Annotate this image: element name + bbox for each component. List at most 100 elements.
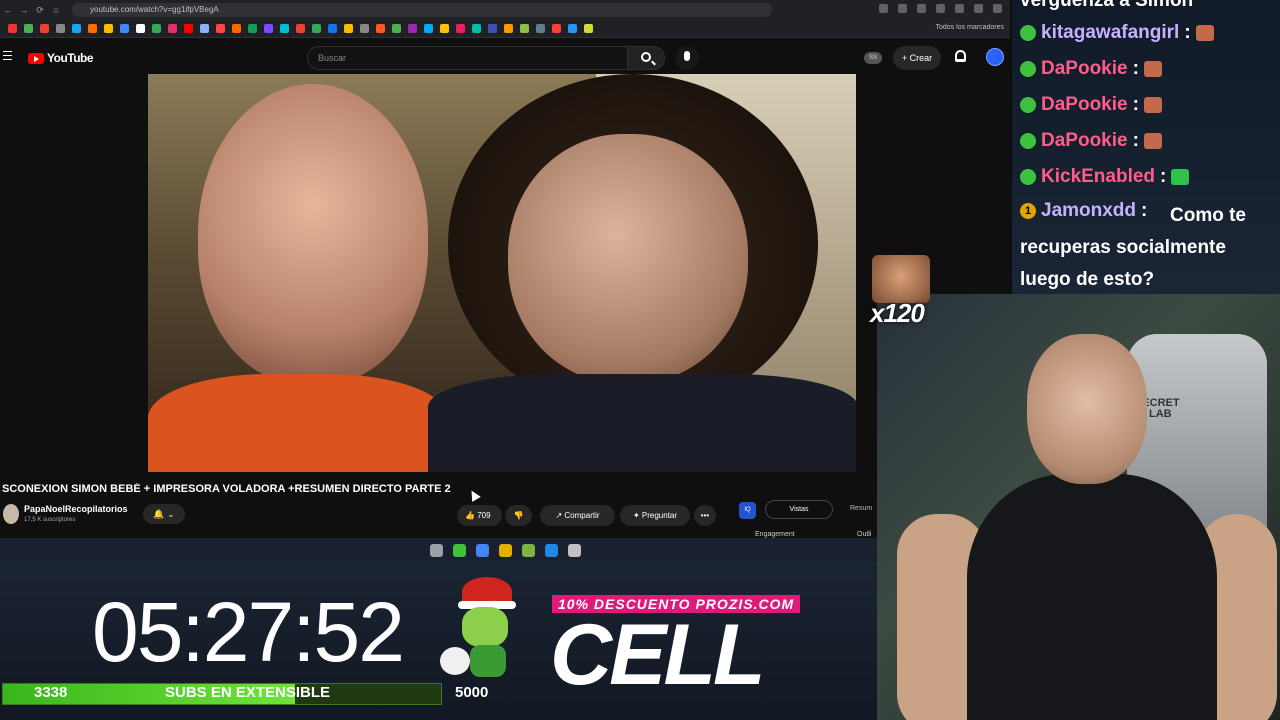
chat-message: DaPookie :	[1020, 94, 1162, 116]
taskbar	[0, 538, 1010, 562]
bookmark-icon[interactable]	[408, 24, 417, 33]
brand-logo: CELL	[550, 607, 766, 703]
bookmark-icon[interactable]	[8, 24, 17, 33]
taskbar-app-icon[interactable]	[567, 543, 581, 557]
bookmark-icon[interactable]	[120, 24, 129, 33]
ask-label: Preguntar	[641, 511, 678, 520]
cast-icon[interactable]	[898, 4, 907, 13]
bookmark-icon[interactable]	[200, 24, 209, 33]
account-avatar[interactable]	[986, 48, 1004, 66]
bookmark-icon[interactable]	[296, 24, 305, 33]
bookmark-icon[interactable]	[472, 24, 481, 33]
share-button[interactable]: ↗ Compartir	[540, 505, 615, 526]
stream-layout: ← → ⟳ ⌂ youtube.com/watch?v=gg1ifpVBegA …	[0, 0, 1280, 720]
chat-message: DaPookie :	[1020, 130, 1162, 152]
tab-resumen[interactable]: Resum	[850, 505, 872, 512]
bookmark-icon[interactable]	[360, 24, 369, 33]
profile-icon[interactable]	[993, 4, 1002, 13]
more-actions-button[interactable]: •••	[694, 505, 716, 526]
bookmark-icon[interactable]	[456, 24, 465, 33]
bookmark-icon[interactable]	[552, 24, 561, 33]
search-button[interactable]	[627, 46, 665, 70]
bookmark-icon[interactable]	[184, 24, 193, 33]
zoom-icon[interactable]	[879, 4, 888, 13]
bookmark-icon[interactable]	[392, 24, 401, 33]
chat-username: KickEnabled	[1041, 166, 1156, 187]
youtube-logo[interactable]: YouTube	[28, 51, 94, 65]
chat-message-text: Como te recuperas socialmente luego de e…	[1020, 205, 1246, 290]
video-player[interactable]	[148, 74, 856, 472]
chat-emote-icon	[1195, 25, 1214, 41]
video-title: SCONEXION SIMON BEBÉ + IMPRESORA VOLADOR…	[2, 483, 451, 495]
bookmark-icon[interactable]	[232, 24, 241, 33]
like-count: 709	[477, 511, 491, 520]
bookmark-icon[interactable]	[136, 24, 145, 33]
bookmark-icon[interactable]	[520, 24, 529, 33]
bookmark-icon[interactable]	[72, 24, 81, 33]
taskbar-app-icon[interactable]	[452, 543, 466, 557]
engagement-label: Engagement	[755, 531, 795, 538]
notifications-bell-icon[interactable]	[955, 50, 966, 62]
channel-name[interactable]: PapaNoelRecopilatorios	[24, 504, 128, 514]
puzzle-icon[interactable]	[955, 4, 964, 13]
subscription-bell-button[interactable]: 🔔 ⌄	[143, 504, 185, 524]
download-icon[interactable]	[974, 4, 983, 13]
subs-goal: 5000	[455, 684, 489, 701]
bookmark-icon[interactable]	[312, 24, 321, 33]
extension-panel-icon[interactable]: IQ	[739, 502, 756, 519]
bookmark-icon[interactable]	[504, 24, 513, 33]
address-bar: ← → ⟳ ⌂ youtube.com/watch?v=gg1ifpVBegA	[0, 0, 1010, 20]
create-button[interactable]: + Crear	[893, 46, 941, 70]
bookmark-icon[interactable]	[488, 24, 497, 33]
extensible-timer: 05:27:52	[92, 585, 405, 679]
star-icon[interactable]	[917, 4, 926, 13]
reload-icon[interactable]: ⟳	[32, 5, 48, 16]
bookmarks-bar	[0, 20, 1010, 38]
tab-vistas[interactable]: Vistas	[765, 500, 833, 519]
bookmark-icon[interactable]	[88, 24, 97, 33]
bookmark-icon[interactable]	[24, 24, 33, 33]
bookmark-icon[interactable]	[536, 24, 545, 33]
bookmark-icon[interactable]	[248, 24, 257, 33]
bookmark-icon[interactable]	[344, 24, 353, 33]
bookmark-icon[interactable]	[216, 24, 225, 33]
taskbar-app-icon[interactable]	[498, 543, 512, 557]
back-icon[interactable]: ←	[0, 5, 16, 15]
bookmark-icon[interactable]	[584, 24, 593, 33]
ss-badge[interactable]: SS	[864, 52, 882, 64]
voice-search-button[interactable]	[675, 46, 699, 70]
extension-icon[interactable]	[936, 4, 945, 13]
bookmark-icon[interactable]	[440, 24, 449, 33]
santa-cell-mascot-icon	[440, 577, 520, 677]
chat-overlay: verguenza a Simon kitagawafangirl : DaPoo…	[1012, 0, 1280, 294]
bookmark-icon[interactable]	[568, 24, 577, 33]
taskbar-app-icon[interactable]	[475, 543, 489, 557]
bookmark-icon[interactable]	[168, 24, 177, 33]
home-icon[interactable]: ⌂	[48, 5, 64, 15]
like-button[interactable]: 👍 709	[457, 505, 502, 526]
bookmark-icon[interactable]	[152, 24, 161, 33]
bookmark-icon[interactable]	[376, 24, 385, 33]
channel-avatar[interactable]	[3, 504, 19, 524]
chat-message: DaPookie :	[1020, 58, 1162, 80]
taskbar-app-icon[interactable]	[544, 543, 558, 557]
emote-combo-count: x120	[870, 298, 925, 328]
bookmark-icon[interactable]	[104, 24, 113, 33]
hamburger-menu-icon[interactable]	[3, 51, 12, 60]
youtube-logo-text: YouTube	[47, 51, 94, 65]
dislike-button[interactable]: 👎	[505, 505, 532, 526]
taskbar-app-icon[interactable]	[521, 543, 535, 557]
bookmark-icon[interactable]	[424, 24, 433, 33]
bookmarks-folder[interactable]: Todos los marcadores	[936, 24, 1004, 31]
bookmark-icon[interactable]	[280, 24, 289, 33]
url-input[interactable]: youtube.com/watch?v=gg1ifpVBegA	[72, 3, 772, 17]
bookmark-icon[interactable]	[56, 24, 65, 33]
bookmark-icon[interactable]	[264, 24, 273, 33]
forward-icon[interactable]: →	[16, 5, 32, 15]
bookmark-icon[interactable]	[328, 24, 337, 33]
taskbar-app-icon[interactable]	[429, 543, 443, 557]
bookmark-icon[interactable]	[40, 24, 49, 33]
ask-button[interactable]: ✦ Preguntar	[620, 505, 690, 526]
kick-badge-icon	[1020, 97, 1036, 113]
search-input[interactable]: Buscar	[307, 46, 627, 70]
